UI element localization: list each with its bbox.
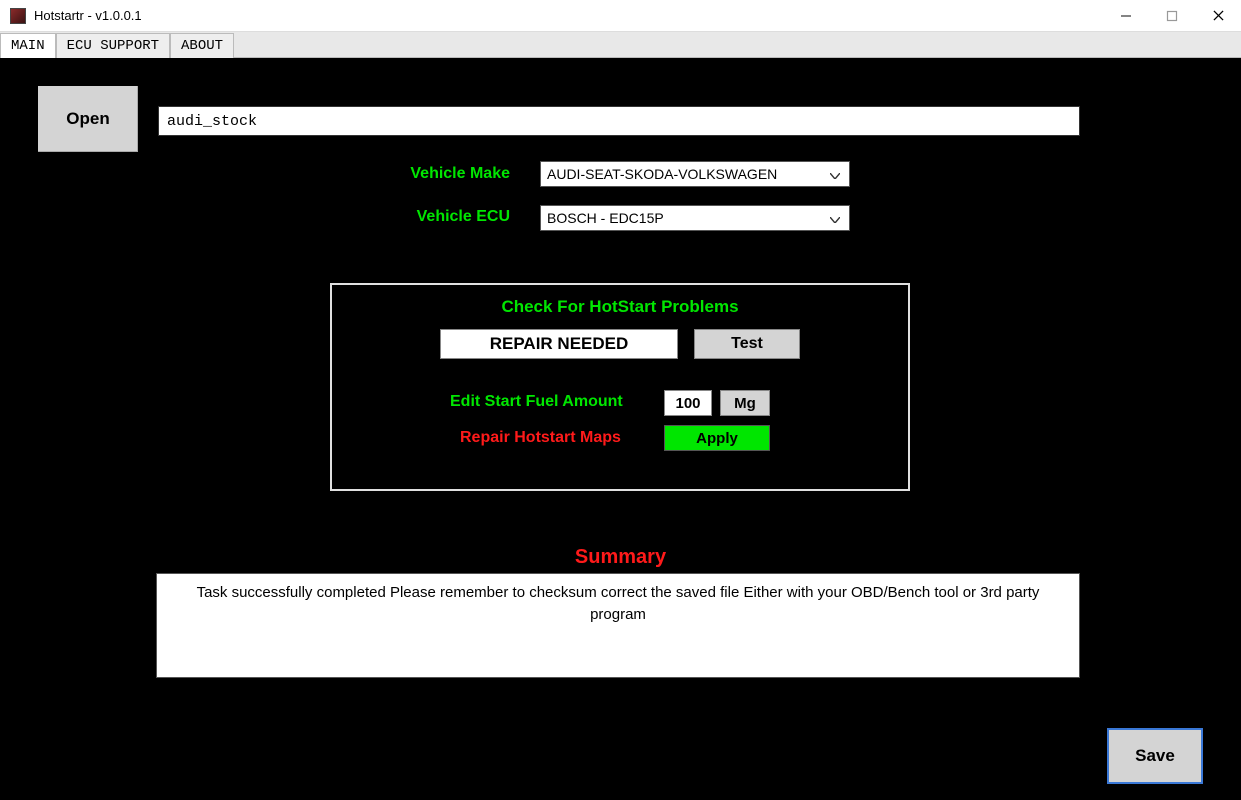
summary-text: Task successfully completed Please remem… (156, 573, 1080, 678)
tab-strip: MAIN ECU SUPPORT ABOUT (0, 32, 1241, 58)
open-button[interactable]: Open (38, 86, 138, 152)
edit-fuel-label: Edit Start Fuel Amount (450, 393, 623, 411)
maximize-button[interactable] (1149, 0, 1195, 31)
vehicle-make-label: Vehicle Make (300, 165, 510, 183)
close-button[interactable] (1195, 0, 1241, 31)
repair-maps-label: Repair Hotstart Maps (460, 429, 621, 447)
file-path-input[interactable] (158, 106, 1080, 136)
vehicle-make-select[interactable]: AUDI-SEAT-SKODA-VOLKSWAGEN (540, 161, 850, 187)
hotstart-group: Check For HotStart Problems REPAIR NEEDE… (330, 283, 910, 491)
save-button[interactable]: Save (1107, 728, 1203, 784)
window-title: Hotstartr - v1.0.0.1 (34, 8, 142, 23)
tab-main[interactable]: MAIN (0, 33, 56, 58)
vehicle-ecu-value: BOSCH - EDC15P (547, 210, 827, 226)
mg-button[interactable]: Mg (720, 390, 770, 416)
app-icon (10, 8, 26, 24)
summary-title: Summary (0, 546, 1241, 569)
vehicle-ecu-label: Vehicle ECU (300, 208, 510, 226)
chevron-down-icon (827, 166, 843, 182)
chevron-down-icon (827, 210, 843, 226)
apply-button[interactable]: Apply (664, 425, 770, 451)
vehicle-make-value: AUDI-SEAT-SKODA-VOLKSWAGEN (547, 166, 827, 182)
repair-status-display: REPAIR NEEDED (440, 329, 678, 359)
tab-about[interactable]: ABOUT (170, 33, 234, 58)
titlebar: Hotstartr - v1.0.0.1 (0, 0, 1241, 32)
test-button[interactable]: Test (694, 329, 800, 359)
hotstart-group-title: Check For HotStart Problems (332, 297, 908, 317)
vehicle-ecu-select[interactable]: BOSCH - EDC15P (540, 205, 850, 231)
fuel-amount-input[interactable] (664, 390, 712, 416)
main-panel: Open Vehicle Make AUDI-SEAT-SKODA-VOLKSW… (0, 58, 1241, 800)
window-controls (1103, 0, 1241, 31)
minimize-button[interactable] (1103, 0, 1149, 31)
tab-ecu-support[interactable]: ECU SUPPORT (56, 33, 170, 58)
